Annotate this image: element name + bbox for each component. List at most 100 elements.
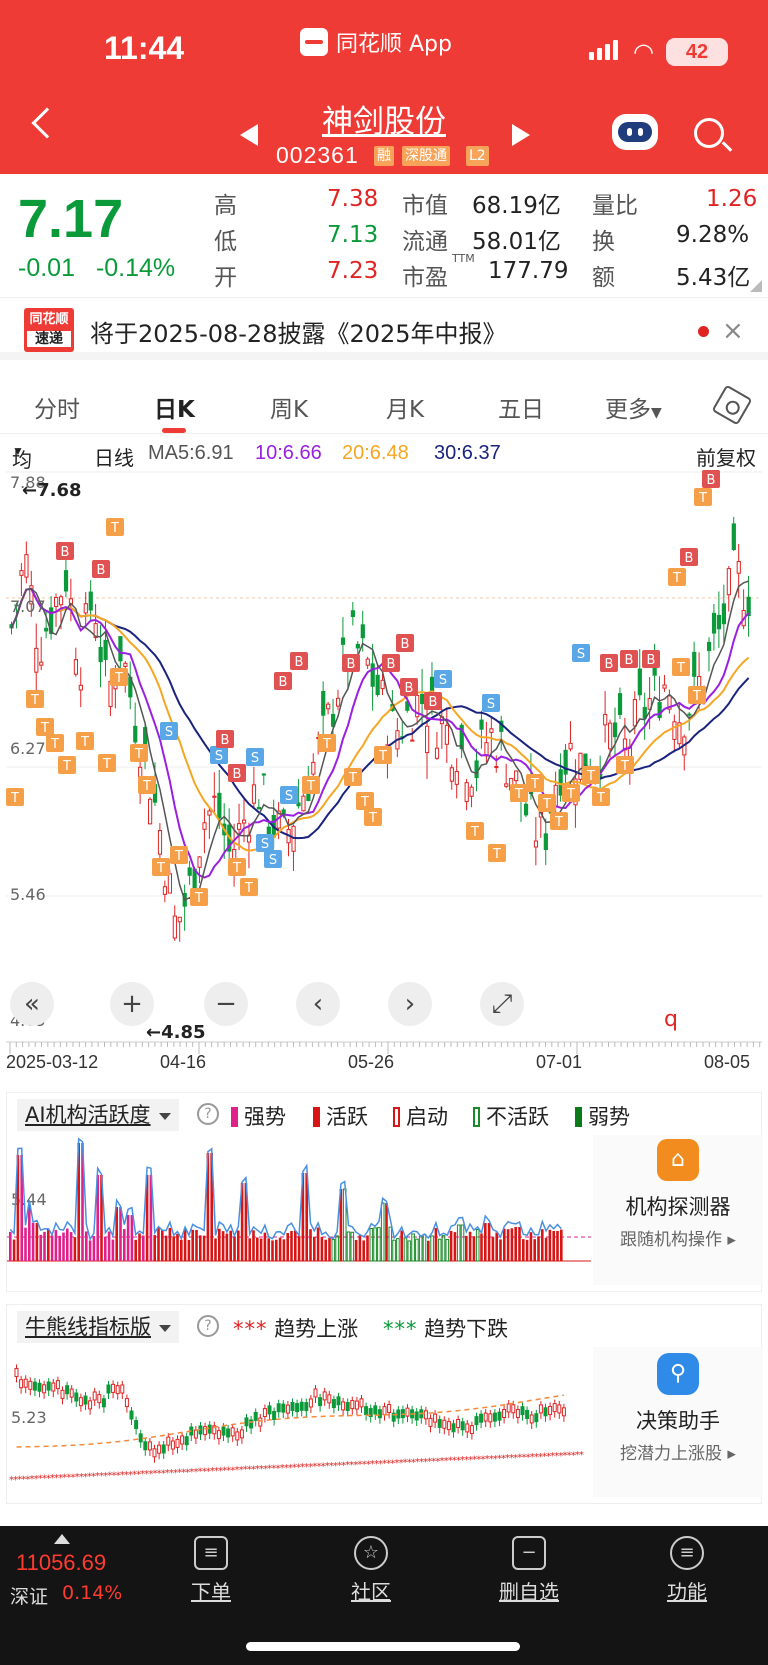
bull-candle-body bbox=[446, 1421, 451, 1431]
ai-bar bbox=[313, 1236, 316, 1261]
ai-bar bbox=[316, 1227, 320, 1261]
ai-bar bbox=[430, 1235, 434, 1262]
expand-quote-icon[interactable] bbox=[750, 280, 762, 292]
ai-bar bbox=[290, 1231, 293, 1261]
candle-body bbox=[657, 701, 662, 719]
ai-bar bbox=[168, 1227, 172, 1261]
bull-candle-body bbox=[207, 1424, 212, 1434]
scroll-start-button[interactable]: « bbox=[10, 982, 54, 1026]
candle-body bbox=[172, 915, 177, 939]
candle-body bbox=[617, 693, 623, 715]
bull-candle-body bbox=[14, 1368, 19, 1378]
candle-body bbox=[123, 662, 128, 667]
tab-weekly-k[interactable]: 周K bbox=[270, 390, 308, 424]
search-icon[interactable] bbox=[694, 118, 724, 148]
nav-community[interactable]: ☆ 社区 bbox=[326, 1536, 416, 1605]
help-icon[interactable]: ? bbox=[197, 1103, 219, 1125]
bull-candle-body bbox=[354, 1400, 359, 1410]
tab-monthly-k[interactable]: 月K bbox=[386, 390, 424, 424]
q-marker: q bbox=[664, 1007, 678, 1032]
bull-candle-body bbox=[350, 1400, 355, 1410]
ai-bar bbox=[437, 1238, 442, 1262]
ai-bar bbox=[407, 1240, 412, 1262]
ai-bar bbox=[403, 1237, 408, 1262]
ai-bar bbox=[472, 1236, 476, 1261]
bull-candle-body bbox=[313, 1388, 318, 1398]
trade-signal-letter: T bbox=[244, 881, 253, 896]
ai-panel-selector[interactable]: AI机构活跃度 bbox=[17, 1099, 179, 1131]
bull-candle-body bbox=[451, 1423, 456, 1433]
trade-signal-letter: T bbox=[134, 747, 143, 762]
notice-text[interactable]: 将于2025-08-28披露《2025年中报》 bbox=[90, 314, 507, 349]
candle-body bbox=[523, 803, 529, 816]
index-expand-icon[interactable] bbox=[54, 1534, 70, 1544]
ai-bar bbox=[427, 1240, 430, 1261]
bull-candle-body bbox=[161, 1444, 166, 1454]
ai-bar bbox=[552, 1231, 555, 1261]
scroll-right-button[interactable]: › bbox=[388, 982, 432, 1026]
battery-icon: 42 bbox=[666, 38, 728, 66]
notice-bar[interactable]: 同花顺 速递 将于2025-08-28披露《2025年中报》 bbox=[0, 300, 768, 360]
candle-body bbox=[494, 766, 499, 769]
candle-body bbox=[217, 792, 222, 819]
candle-body bbox=[533, 840, 539, 848]
ai-bar bbox=[418, 1236, 423, 1262]
candle-body bbox=[454, 770, 459, 785]
candle-body bbox=[321, 690, 326, 716]
ai-bar bbox=[256, 1237, 259, 1261]
nav-order[interactable]: ≡ 下单 bbox=[166, 1536, 256, 1605]
bull-panel-selector[interactable]: 牛熊线指标版 bbox=[17, 1311, 179, 1343]
tab-daily-k[interactable]: 日K bbox=[154, 390, 195, 424]
zoom-out-button[interactable]: − bbox=[204, 982, 248, 1026]
ai-bar bbox=[202, 1235, 206, 1261]
tag-connect: 深股通 bbox=[402, 146, 450, 166]
trade-signal-letter: T bbox=[80, 735, 89, 750]
bull-candle-body bbox=[111, 1383, 116, 1393]
nav-remove-watchlist[interactable]: − 删自选 bbox=[484, 1536, 574, 1605]
candlestick-chart[interactable]: BBTBB B BBBBSSSB B BBBTTSSBBSSSSTTTTTTTTTTTT… bbox=[6, 470, 762, 1058]
ai-bar bbox=[456, 1224, 461, 1262]
ai-bar bbox=[560, 1229, 563, 1261]
fullscreen-button[interactable]: ⤢ bbox=[480, 982, 524, 1026]
trade-signal-letter: T bbox=[492, 847, 501, 862]
bull-candle-body bbox=[78, 1397, 83, 1407]
ai-bar bbox=[324, 1239, 327, 1261]
buy-signal-letter: B bbox=[279, 675, 288, 690]
ai-bar bbox=[229, 1230, 232, 1261]
scroll-left-button[interactable]: ‹ bbox=[296, 982, 340, 1026]
trade-signal-letter: T bbox=[676, 661, 685, 676]
buy-signal-letter: B bbox=[295, 655, 304, 670]
help-icon[interactable]: ? bbox=[197, 1315, 219, 1337]
magnifier-icon: ⚲ bbox=[657, 1353, 699, 1395]
ai-bar bbox=[195, 1229, 198, 1261]
ai-bar bbox=[259, 1238, 263, 1261]
zoom-in-button[interactable]: + bbox=[110, 982, 154, 1026]
legend-trend-up: *** 趋势上涨 bbox=[233, 1317, 359, 1341]
tab-five-day[interactable]: 五日 bbox=[498, 390, 544, 424]
ai-bar bbox=[199, 1235, 202, 1261]
top-header: 11:44 同花顺 App ◠ 42 神剑股份 002361 融 深股通 L2 bbox=[0, 0, 768, 174]
low-marker: ←4.85 bbox=[146, 1022, 206, 1043]
candle-body bbox=[197, 856, 202, 868]
buy-signal-letter: B bbox=[347, 657, 356, 672]
institution-detector-card[interactable]: ⌂ 机构探测器 跟随机构操作 ▸ bbox=[593, 1135, 763, 1285]
candle-body bbox=[568, 742, 573, 750]
ai-assistant-icon[interactable] bbox=[612, 114, 658, 150]
decision-assistant-card[interactable]: ⚲ 决策助手 挖潜力上涨股 ▸ bbox=[593, 1347, 763, 1497]
bull-candle-body bbox=[327, 1394, 332, 1404]
nav-functions[interactable]: ≡ 功能 bbox=[642, 1536, 732, 1605]
tab-intraday[interactable]: 分时 bbox=[34, 390, 80, 424]
ai-bar bbox=[104, 1236, 107, 1261]
tab-more[interactable]: 更多▼ bbox=[605, 390, 662, 424]
bull-candle-body bbox=[322, 1391, 327, 1401]
bull-candle-body bbox=[437, 1418, 442, 1428]
volume-ratio-label: 量比 bbox=[592, 193, 638, 219]
index-value[interactable]: 11056.69 bbox=[16, 1550, 106, 1576]
notice-close-icon[interactable]: × bbox=[722, 316, 744, 346]
date-label: 2025-03-12 bbox=[6, 1052, 99, 1072]
high-value: 7.38 bbox=[327, 186, 379, 212]
ai-bar bbox=[548, 1229, 552, 1261]
ai-bar bbox=[267, 1238, 270, 1261]
trade-signal-letter: T bbox=[620, 759, 629, 774]
adjust-mode[interactable]: 前复权 bbox=[696, 442, 756, 471]
